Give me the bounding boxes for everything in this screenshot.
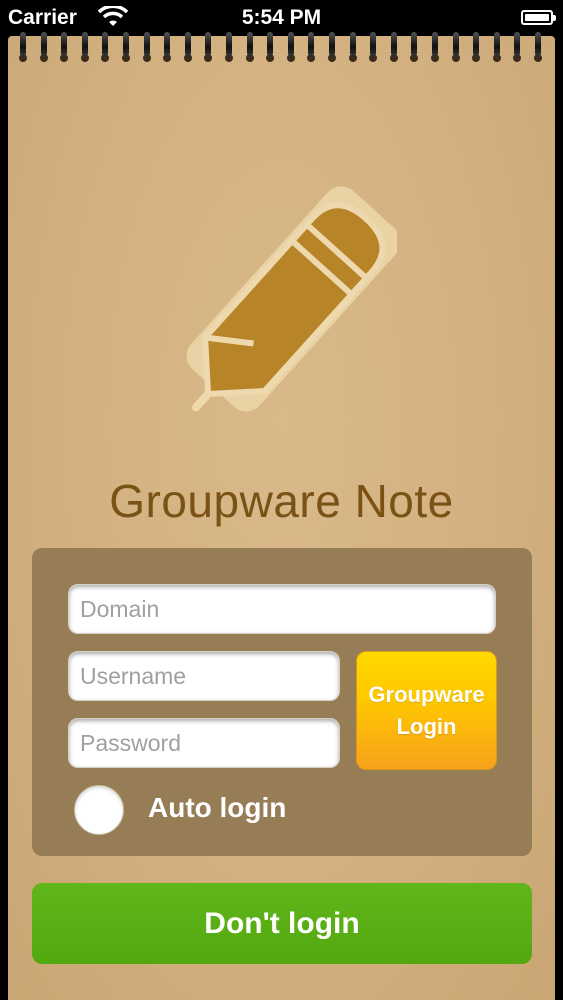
spiral-ring bbox=[391, 32, 397, 56]
spiral-ring bbox=[41, 32, 47, 56]
domain-input[interactable] bbox=[69, 585, 495, 633]
spiral-ring bbox=[535, 32, 541, 56]
spiral-ring bbox=[432, 32, 438, 56]
auto-login-checkbox[interactable] bbox=[74, 785, 124, 835]
spiral-ring bbox=[61, 32, 67, 56]
spiral-ring bbox=[164, 32, 170, 56]
app-title: Groupware Note bbox=[109, 475, 454, 527]
spiral-ring bbox=[514, 32, 520, 56]
login-button-line2: Login bbox=[396, 713, 457, 739]
battery-icon bbox=[521, 10, 556, 25]
spiral-ring bbox=[494, 32, 500, 56]
spiral-ring bbox=[82, 32, 88, 56]
pencil-icon bbox=[186, 186, 397, 412]
clock: 5:54 PM bbox=[241, 6, 322, 29]
spiral-ring bbox=[329, 32, 335, 56]
spiral-ring bbox=[473, 32, 479, 56]
username-field[interactable] bbox=[68, 651, 340, 701]
status-bar: Carrier 5:54 PM bbox=[0, 0, 563, 36]
password-field[interactable] bbox=[68, 718, 340, 768]
spiral-ring bbox=[205, 32, 211, 56]
spiral-binding bbox=[19, 32, 543, 64]
spiral-ring bbox=[226, 32, 232, 56]
password-input[interactable] bbox=[69, 719, 339, 767]
spiral-ring bbox=[102, 32, 108, 56]
spiral-ring bbox=[20, 32, 26, 56]
spiral-ring bbox=[350, 32, 356, 56]
spiral-ring bbox=[308, 32, 314, 56]
spiral-ring bbox=[185, 32, 191, 56]
auto-login-label[interactable]: Auto login bbox=[148, 792, 286, 824]
spiral-ring bbox=[123, 32, 129, 56]
login-button-line1: Groupware bbox=[368, 681, 485, 707]
spiral-ring bbox=[247, 32, 253, 56]
spiral-ring bbox=[267, 32, 273, 56]
groupware-login-button[interactable]: Groupware Login bbox=[356, 651, 497, 770]
dont-login-button[interactable]: Don't login bbox=[32, 883, 532, 964]
domain-field[interactable] bbox=[68, 584, 496, 634]
spiral-ring bbox=[453, 32, 459, 56]
spiral-ring bbox=[144, 32, 150, 56]
spiral-ring bbox=[411, 32, 417, 56]
spiral-ring bbox=[288, 32, 294, 56]
username-input[interactable] bbox=[69, 652, 339, 700]
spiral-ring bbox=[370, 32, 376, 56]
